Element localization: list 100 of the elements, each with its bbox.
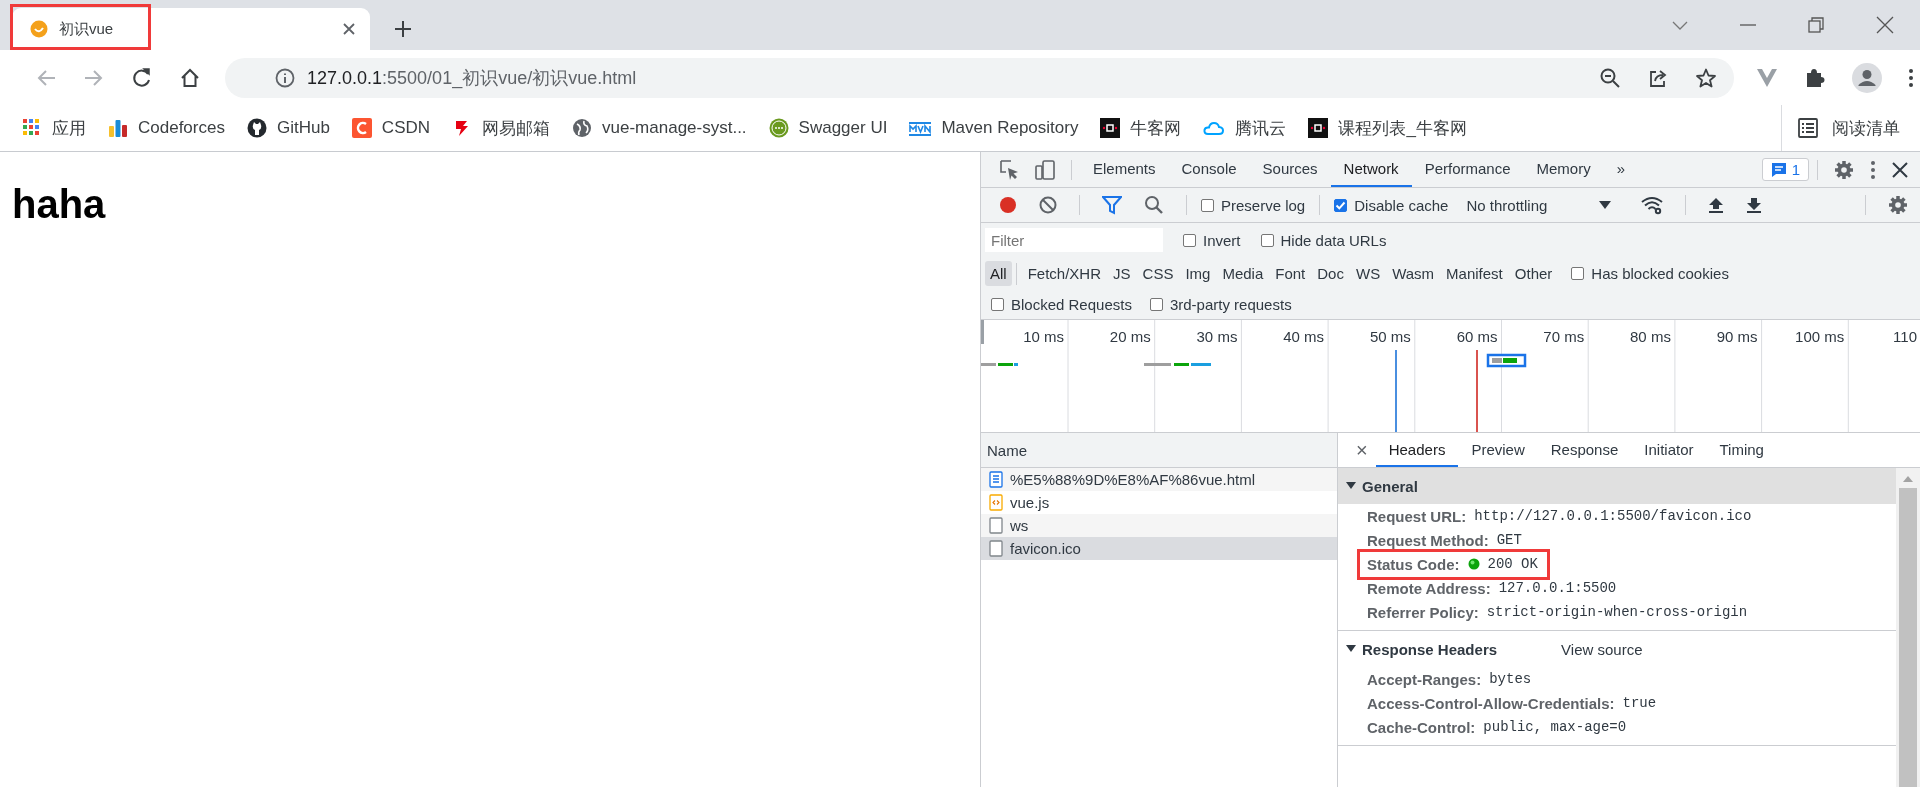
status-dot-icon [1467, 558, 1480, 570]
letter-c-icon [351, 118, 372, 138]
bookmark[interactable]: 应用 [22, 116, 86, 140]
search-icon[interactable] [1144, 195, 1164, 215]
settings-icon[interactable] [1834, 159, 1854, 180]
checkbox[interactable] [1260, 233, 1274, 247]
filter-icon[interactable] [1102, 195, 1122, 215]
reading-list-button[interactable]: 阅读清单 [1781, 105, 1900, 151]
timeline-tick-label: 50 ms [1369, 328, 1411, 345]
checkbox[interactable] [1183, 233, 1196, 247]
blank-file-icon [989, 517, 1003, 534]
bookmark[interactable]: Maven Repository [909, 118, 1079, 138]
checkbox[interactable] [1571, 267, 1585, 280]
avatar-icon[interactable] [1852, 62, 1882, 93]
panel-tab[interactable]: Memory [1523, 152, 1604, 187]
record-icon[interactable] [999, 196, 1017, 214]
type-filter-button[interactable]: WS [1350, 261, 1386, 286]
list-icon [1798, 118, 1818, 138]
bookmark[interactable]: 腾讯云 [1203, 116, 1287, 140]
header-name: Status Code: [1367, 555, 1460, 573]
bookmark[interactable]: GitHub [246, 118, 330, 138]
close-button[interactable]: × [1348, 438, 1376, 462]
type-filter-button[interactable]: Other [1509, 261, 1558, 286]
request-row[interactable]: favicon.ico [981, 537, 1337, 560]
close-icon[interactable] [1892, 161, 1908, 178]
bookmark[interactable]: Swagger UI [768, 118, 888, 138]
type-filter-button[interactable]: JS [1108, 261, 1136, 286]
home-icon[interactable] [180, 67, 200, 88]
checkbox[interactable] [1334, 198, 1348, 212]
inspect-element-icon[interactable] [999, 159, 1019, 180]
upload-icon[interactable] [1708, 196, 1725, 214]
request-row[interactable]: vue.js [981, 491, 1337, 514]
type-filter-button[interactable]: Wasm [1387, 261, 1440, 286]
request-name: %E5%88%9D%E8%AF%86vue.html [1010, 471, 1256, 488]
bookmark[interactable]: vue-manage-syst... [572, 118, 747, 138]
panel-tab[interactable]: Console [1168, 152, 1250, 187]
checkbox-label: Disable cache [1354, 196, 1449, 214]
detail-tab[interactable]: Timing [1706, 433, 1777, 467]
star-icon[interactable] [1696, 67, 1716, 88]
device-toolbar-icon[interactable] [1035, 159, 1055, 180]
type-filter-button[interactable]: CSS [1137, 261, 1179, 286]
panel-tab[interactable]: Elements [1080, 152, 1169, 187]
type-filter-button[interactable]: Manifest [1441, 261, 1508, 286]
section-header[interactable]: General [1338, 468, 1896, 504]
more-tabs-button[interactable]: » [1603, 152, 1638, 187]
share-icon[interactable] [1648, 67, 1668, 88]
checkbox-label: Invert [1203, 231, 1241, 249]
detail-tab[interactable]: Response [1537, 433, 1632, 467]
reload-icon[interactable] [132, 67, 152, 88]
issues-badge[interactable]: 1 [1761, 158, 1809, 181]
page-heading: haha [12, 182, 106, 227]
clear-icon[interactable] [1039, 196, 1057, 214]
restore-icon[interactable] [1808, 17, 1824, 33]
type-filter-button[interactable]: Font [1270, 261, 1311, 286]
info-icon[interactable] [275, 67, 295, 88]
section-title: General [1362, 477, 1418, 495]
chevron-down-icon[interactable] [1672, 20, 1688, 30]
type-filter-button[interactable]: Img [1180, 261, 1216, 286]
v-logo-icon[interactable] [1756, 66, 1778, 89]
type-filter-button[interactable]: Doc [1312, 261, 1349, 286]
bookmark[interactable]: 网易邮箱 [452, 116, 551, 140]
bookmark[interactable]: 牛客网 [1100, 116, 1182, 140]
bookmark[interactable]: 课程列表_牛客网 [1308, 116, 1467, 140]
document-icon [989, 471, 1003, 488]
filter-field[interactable]: Filter [985, 228, 1163, 252]
address-bar[interactable]: 127.0.0.1:5500/01_初识vue/初识vue.html [225, 57, 1734, 98]
panel-tab[interactable]: Sources [1249, 152, 1331, 187]
panel-tab[interactable]: Performance [1411, 152, 1524, 187]
close-icon[interactable] [1876, 16, 1894, 34]
globe-icon [572, 118, 593, 138]
checkbox[interactable] [1201, 198, 1214, 212]
smiley-favicon-icon [30, 20, 48, 38]
detail-tab[interactable]: Preview [1458, 433, 1538, 467]
checkbox[interactable] [1149, 298, 1163, 311]
scrollbar[interactable] [1896, 468, 1920, 787]
view-source-link[interactable]: View source [1561, 640, 1643, 658]
request-row[interactable]: ws [981, 514, 1337, 537]
section-header[interactable]: Response Headers View source [1338, 631, 1896, 667]
more-vertical-icon[interactable] [1870, 159, 1876, 180]
zoom-out-icon[interactable] [1600, 67, 1620, 88]
checkbox[interactable] [991, 298, 1004, 311]
request-name: favicon.ico [1010, 540, 1081, 557]
download-icon[interactable] [1746, 196, 1763, 214]
request-row[interactable]: %E5%88%9D%E8%AF%86vue.html [981, 468, 1337, 491]
type-filter-button[interactable]: Media [1217, 261, 1269, 286]
throttling-dropdown[interactable]: No throttling [1466, 196, 1612, 214]
network-conditions-icon[interactable] [1641, 195, 1664, 215]
settings-icon[interactable] [1888, 195, 1908, 215]
type-filter-button[interactable]: Fetch/XHR [1022, 261, 1107, 286]
bookmark[interactable]: CSDN [351, 118, 431, 138]
close-icon[interactable] [342, 22, 356, 36]
header-value: public, max-age=0 [1483, 719, 1627, 735]
plus-icon[interactable] [394, 20, 412, 38]
type-filter-button[interactable]: All [985, 261, 1012, 286]
detail-tab[interactable]: Initiator [1631, 433, 1707, 467]
puzzle-icon[interactable] [1804, 66, 1826, 89]
header-name: Accept-Ranges: [1367, 670, 1482, 688]
more-vertical-icon[interactable] [1908, 67, 1914, 88]
bookmark[interactable]: Codeforces [108, 118, 225, 138]
column-header[interactable]: Name [987, 441, 1027, 459]
